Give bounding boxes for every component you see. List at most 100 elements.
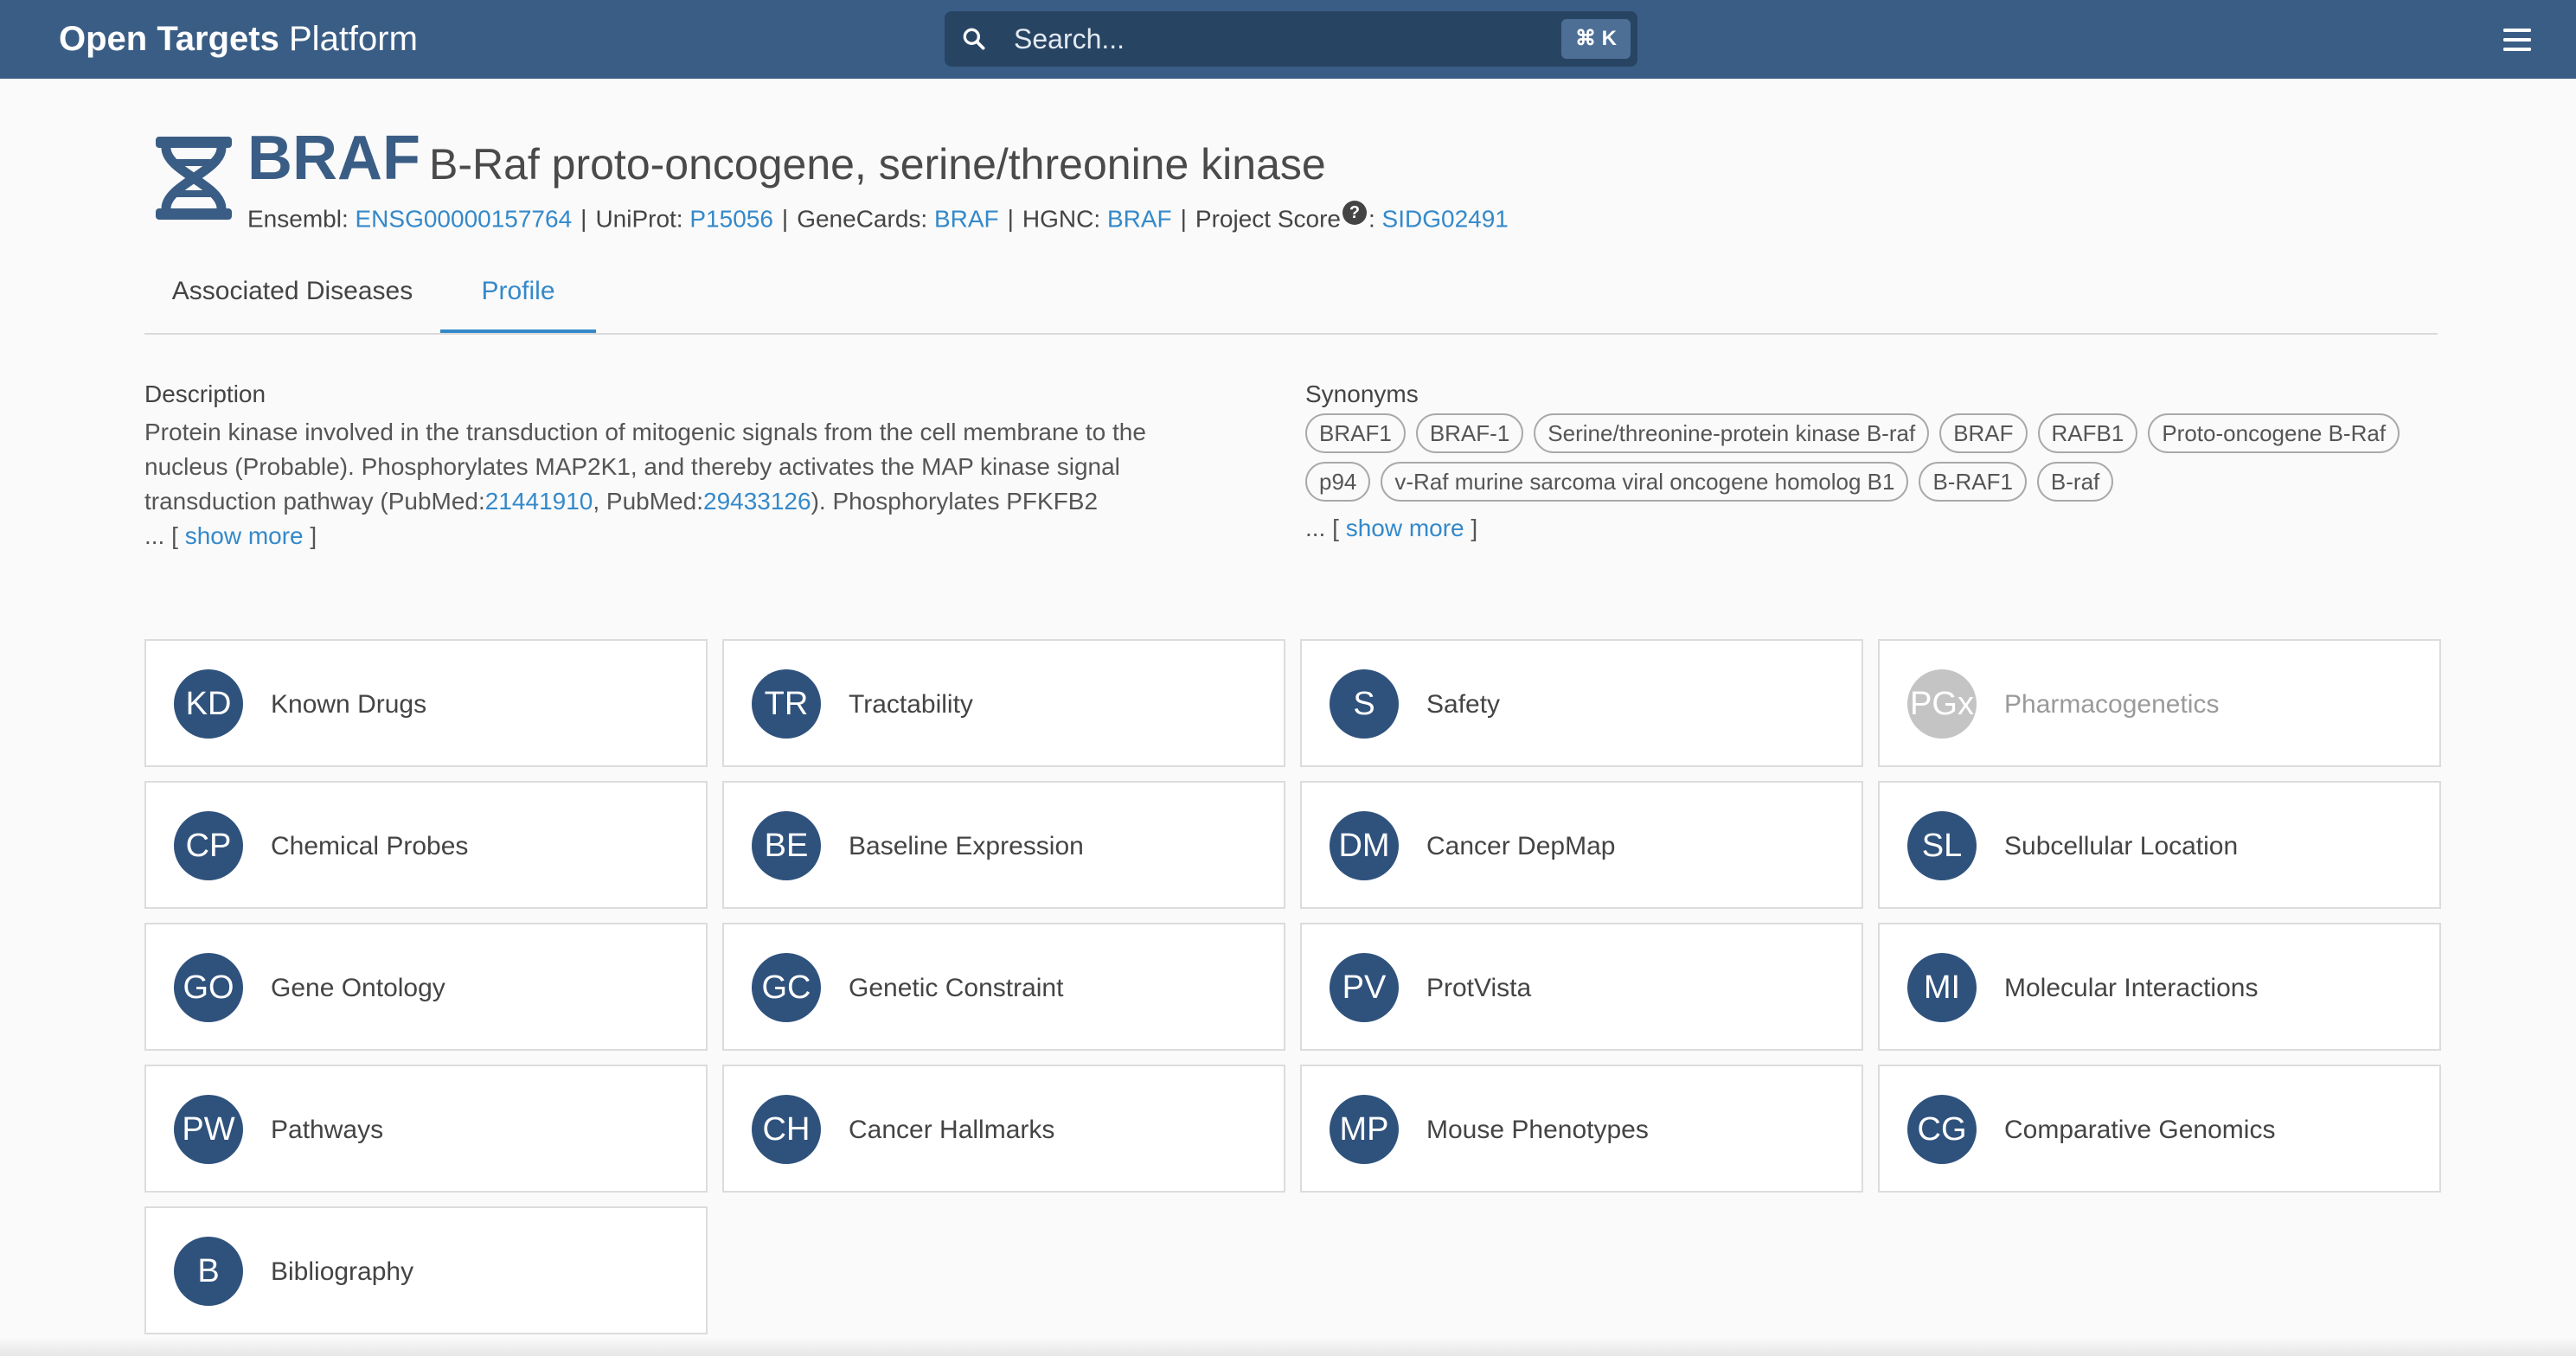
section-card-comparative-genomics[interactable]: CG Comparative Genomics xyxy=(1878,1065,2441,1193)
synonyms-title: Synonyms xyxy=(1305,381,1419,407)
section-label: Mouse Phenotypes xyxy=(1426,1116,1649,1144)
target-symbol: BRAF xyxy=(247,124,420,193)
project-score-link[interactable]: SIDG02491 xyxy=(1382,205,1509,232)
synonym-chip: B-raf xyxy=(2036,462,2114,502)
colon: : xyxy=(1368,205,1375,233)
section-card-pathways[interactable]: PW Pathways xyxy=(144,1065,708,1193)
separator: | xyxy=(580,205,587,233)
genecards-label: GeneCards: xyxy=(797,205,928,233)
separator: | xyxy=(1180,205,1187,233)
synonym-chip: v-Raf murine sarcoma viral oncogene homo… xyxy=(1381,462,1909,502)
section-avatar-icon: PV xyxy=(1330,953,1399,1022)
section-card-cancer-hallmarks[interactable]: CH Cancer Hallmarks xyxy=(722,1065,1285,1193)
section-label: Bibliography xyxy=(271,1257,414,1286)
section-avatar-icon: SL xyxy=(1907,811,1977,880)
section-avatar-icon: S xyxy=(1330,669,1399,739)
synonym-chip: Serine/threonine-protein kinase B-raf xyxy=(1534,413,1930,453)
search-shortcut-badge: ⌘ K xyxy=(1561,19,1631,59)
section-label: Cancer DepMap xyxy=(1426,832,1616,860)
ensembl-link[interactable]: ENSG00000157764 xyxy=(356,205,573,232)
section-avatar-icon: B xyxy=(174,1237,243,1306)
section-avatar-icon: PGx xyxy=(1907,669,1977,739)
description-text: Protein kinase involved in the transduct… xyxy=(144,415,1269,553)
search-icon xyxy=(963,28,985,50)
global-search-box[interactable]: Search... ⌘ K xyxy=(945,11,1637,67)
uniprot-link[interactable]: P15056 xyxy=(689,205,773,232)
synonym-chip: p94 xyxy=(1305,462,1371,502)
section-card-genetic-constraint[interactable]: GC Genetic Constraint xyxy=(722,923,1285,1051)
section-label: Pathways xyxy=(271,1116,384,1144)
section-card-gene-ontology[interactable]: GO Gene Ontology xyxy=(144,923,708,1051)
description-fragment: transduction pathway (PubMed: xyxy=(144,488,485,515)
target-title: BRAF B-Raf proto-oncogene, serine/threoni… xyxy=(247,121,1326,213)
uniprot-label: UniProt: xyxy=(595,205,683,233)
section-label: Cancer Hallmarks xyxy=(849,1116,1055,1144)
separator: | xyxy=(1007,205,1014,233)
section-label: Gene Ontology xyxy=(271,974,445,1002)
section-label: Genetic Constraint xyxy=(849,974,1064,1002)
hgnc-label: HGNC: xyxy=(1022,205,1101,233)
separator: | xyxy=(781,205,789,233)
section-card-molecular-interactions[interactable]: MI Molecular Interactions xyxy=(1878,923,2441,1051)
brand-name-light: Platform xyxy=(289,20,418,58)
section-avatar-icon: BE xyxy=(752,811,821,880)
section-label: Safety xyxy=(1426,690,1501,719)
section-avatar-icon: CP xyxy=(174,811,243,880)
bracket: ] xyxy=(1464,515,1478,541)
section-card-subcellular-location[interactable]: SL Subcellular Location xyxy=(1878,781,2441,909)
description-line: transduction pathway (PubMed:21441910, P… xyxy=(144,484,1269,519)
synonym-chip: BRAF xyxy=(1939,413,2028,453)
section-avatar-icon: TR xyxy=(752,669,821,739)
pubmed-link[interactable]: 21441910 xyxy=(485,488,593,515)
description-fragment: ). Phosphorylates PFKFB2 xyxy=(811,488,1099,515)
section-avatar-icon: GO xyxy=(174,953,243,1022)
tab-profile[interactable]: Profile xyxy=(440,257,596,333)
synonym-chip: BRAF-1 xyxy=(1415,413,1524,453)
top-navigation-bar: Open Targets Platform Search... ⌘ K xyxy=(0,0,2576,79)
section-label: Chemical Probes xyxy=(271,832,469,860)
section-card-protvista[interactable]: PV ProtVista xyxy=(1300,923,1863,1051)
description-show-more-link[interactable]: show more xyxy=(185,522,304,549)
section-label: Subcellular Location xyxy=(2004,832,2239,860)
section-card-safety[interactable]: S Safety xyxy=(1300,639,1863,767)
section-card-tractability[interactable]: TR Tractability xyxy=(722,639,1285,767)
bracket: ] xyxy=(303,522,317,549)
description-fragment: , PubMed: xyxy=(593,488,703,515)
synonyms-show-more-link[interactable]: show more xyxy=(1346,515,1464,541)
section-avatar-icon: PW xyxy=(174,1095,243,1164)
section-avatar-icon: DM xyxy=(1330,811,1399,880)
section-avatar-icon: CH xyxy=(752,1095,821,1164)
hamburger-menu-icon[interactable] xyxy=(2500,22,2534,57)
app-logo[interactable]: Open Targets Platform xyxy=(59,16,418,61)
section-card-mouse-phenotypes[interactable]: MP Mouse Phenotypes xyxy=(1300,1065,1863,1193)
tab-associated-diseases[interactable]: Associated Diseases xyxy=(144,257,440,333)
section-card-known-drugs[interactable]: KD Known Drugs xyxy=(144,639,708,767)
section-label: ProtVista xyxy=(1426,974,1532,1002)
help-icon[interactable]: ? xyxy=(1342,201,1367,225)
synonym-chip: B-RAF1 xyxy=(1919,462,2027,502)
section-label: Tractability xyxy=(849,690,973,719)
section-card-baseline-expression[interactable]: BE Baseline Expression xyxy=(722,781,1285,909)
section-avatar-icon: MI xyxy=(1907,953,1977,1022)
section-avatar-icon: KD xyxy=(174,669,243,739)
section-label: Pharmacogenetics xyxy=(2004,690,2220,719)
dna-helix-icon xyxy=(156,137,232,220)
section-card-bibliography[interactable]: B Bibliography xyxy=(144,1206,708,1334)
brand-name-bold: Open Targets xyxy=(59,20,279,58)
description-more: ... [ show more ] xyxy=(144,519,1269,553)
synonyms-more: ... [ show more ] xyxy=(1305,514,1477,543)
hgnc-link[interactable]: BRAF xyxy=(1107,205,1172,232)
genecards-link[interactable]: BRAF xyxy=(934,205,999,232)
section-label: Molecular Interactions xyxy=(2004,974,2259,1002)
pubmed-link[interactable]: 29433126 xyxy=(703,488,811,515)
project-score-label: Project Score xyxy=(1195,205,1341,233)
bracket: ... [ xyxy=(1305,515,1346,541)
synonym-chip: RAFB1 xyxy=(2037,413,2138,453)
section-card-cancer-depmap[interactable]: DM Cancer DepMap xyxy=(1300,781,1863,909)
page-tabs: Associated Diseases Profile xyxy=(144,257,2438,335)
cross-references: Ensembl: ENSG00000157764 | UniProt: P15056… xyxy=(247,201,1509,233)
section-card-chemical-probes[interactable]: CP Chemical Probes xyxy=(144,781,708,909)
bottom-scroll-shadow xyxy=(0,1337,2576,1356)
section-label: Comparative Genomics xyxy=(2004,1116,2276,1144)
section-card-pharmacogenetics: PGx Pharmacogenetics xyxy=(1878,639,2441,767)
